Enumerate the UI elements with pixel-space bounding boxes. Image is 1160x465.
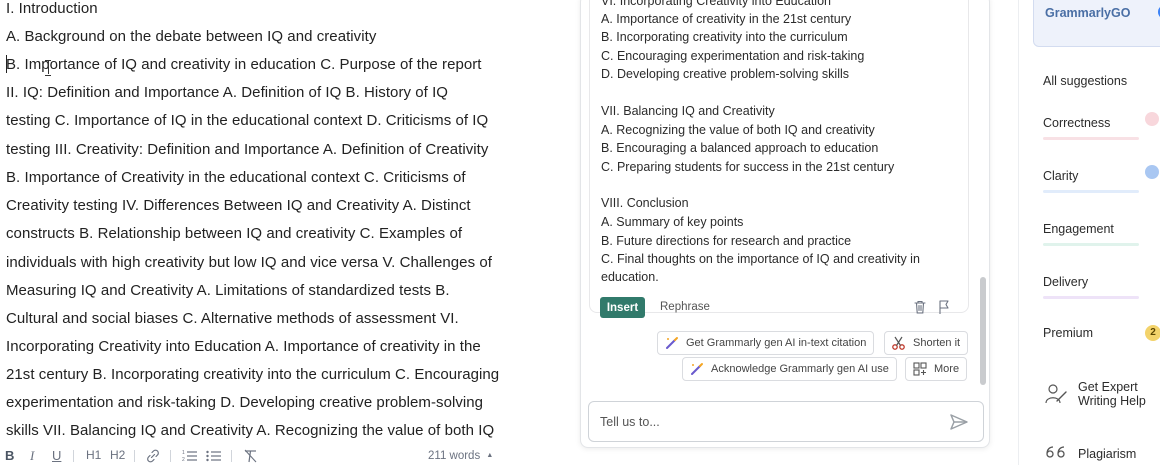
output-line: C. Encouraging experimentation and risk-…	[601, 49, 865, 63]
output-line: A. Importance of creativity in the 21st …	[601, 12, 852, 26]
grammarly-go-label: GrammarlyGO	[1045, 6, 1131, 20]
citation-chip[interactable]: Get Grammarly gen AI in-text citation	[657, 331, 875, 355]
heading1-button[interactable]: H1	[86, 448, 101, 462]
citation-chip-label: Get Grammarly gen AI in-text citation	[686, 337, 867, 349]
document-line[interactable]: Cultural and social biases C. Alternativ…	[6, 310, 459, 328]
insert-button[interactable]: Insert	[600, 297, 645, 318]
output-line: B. Encouraging a balanced approach to ed…	[601, 141, 879, 155]
engagement-tab[interactable]: Engagement	[1043, 222, 1114, 236]
document-line[interactable]: testing III. Creativity: Definition and …	[6, 141, 488, 159]
svg-text:1: 1	[182, 450, 185, 456]
document-line[interactable]: A. Background on the debate between IQ a…	[6, 28, 376, 46]
output-line: VI. Incorporating Creativity into Educat…	[601, 0, 831, 8]
grammarly-go-panel: VI. Incorporating Creativity into Educat…	[580, 0, 990, 448]
italic-button[interactable]: I	[30, 448, 34, 464]
heading2-button[interactable]: H2	[110, 448, 125, 462]
output-line: C. Preparing students for success in the…	[601, 160, 895, 174]
correctness-dot	[1145, 112, 1159, 126]
clear-formatting-icon[interactable]	[244, 449, 257, 463]
engagement-bar	[1043, 243, 1139, 246]
generated-output-card: VI. Incorporating Creativity into Educat…	[589, 0, 969, 313]
toolbar-divider	[134, 450, 135, 462]
document-line[interactable]: 21st century B. Incorporating creativity…	[6, 366, 499, 384]
quote-icon[interactable]	[1045, 444, 1069, 462]
link-icon[interactable]	[146, 449, 160, 463]
document-line[interactable]: constructs B. Relationship between IQ an…	[6, 225, 462, 243]
suggestions-sidebar: GrammarlyGO + All suggestions Correctnes…	[1018, 0, 1160, 465]
correctness-tab[interactable]: Correctness	[1043, 116, 1110, 130]
grammarly-go-button[interactable]: GrammarlyGO +	[1033, 0, 1160, 47]
expert-writing-help[interactable]: Get Expert Writing Help	[1078, 380, 1146, 408]
correctness-bar	[1043, 137, 1139, 140]
document-editor[interactable]: I. Introduction A. Background on the deb…	[0, 0, 575, 445]
clarity-tab[interactable]: Clarity	[1043, 169, 1078, 183]
send-icon[interactable]	[949, 412, 969, 432]
numbered-list-icon[interactable]: 1 2	[182, 449, 197, 463]
output-line: education.	[601, 270, 659, 284]
expert-icon[interactable]	[1043, 381, 1069, 407]
flag-icon[interactable]	[937, 299, 951, 315]
document-line[interactable]: Incorporating Creativity into Education …	[6, 338, 481, 356]
document-line[interactable]: Creativity testing IV. Differences Betwe…	[6, 197, 471, 215]
prompt-input[interactable]: Tell us to...	[588, 401, 984, 442]
underline-button[interactable]: U	[52, 448, 61, 463]
document-line[interactable]: individuals with high creativity but low…	[6, 254, 492, 272]
rephrase-button[interactable]: Rephrase	[660, 301, 710, 313]
document-line[interactable]: I. Introduction	[6, 0, 98, 18]
prompt-input-placeholder: Tell us to...	[600, 415, 660, 429]
all-suggestions-tab[interactable]: All suggestions	[1043, 74, 1127, 88]
document-line[interactable]: Measuring IQ and Creativity A. Limitatio…	[6, 282, 450, 300]
output-line: VIII. Conclusion	[601, 196, 689, 210]
document-line[interactable]: testing C. Importance of IQ in the educa…	[6, 112, 488, 130]
acknowledge-chip[interactable]: Acknowledge Grammarly gen AI use	[682, 357, 897, 381]
toolbar-divider	[170, 450, 171, 462]
formatting-toolbar: B I U H1 H2 1 2 211 words ▲	[0, 446, 580, 465]
output-line: VII. Balancing IQ and Creativity	[601, 104, 775, 118]
output-line: A. Summary of key points	[601, 215, 744, 229]
bulleted-list-icon[interactable]	[206, 449, 221, 463]
output-line: A. Recognizing the value of both IQ and …	[601, 123, 875, 137]
expert-label-line: Writing Help	[1078, 394, 1146, 408]
grid-plus-icon	[913, 362, 927, 376]
svg-text:2: 2	[182, 457, 185, 463]
output-line: C. Final thoughts on the importance of I…	[601, 252, 920, 266]
premium-tab[interactable]: Premium	[1043, 326, 1093, 340]
clarity-bar	[1043, 190, 1139, 193]
shorten-chip[interactable]: Shorten it	[884, 331, 969, 355]
document-line[interactable]: experimentation and risk-taking D. Devel…	[6, 394, 483, 412]
caret-up-icon: ▲	[486, 452, 494, 459]
magic-pen-icon	[666, 337, 678, 349]
panel-scrollbar[interactable]	[980, 277, 986, 385]
toolbar-divider	[73, 450, 74, 462]
ibeam-cursor-icon	[45, 60, 51, 76]
document-line[interactable]: B. Importance of Creativity in the educa…	[6, 169, 466, 187]
output-line: B. Future directions for research and pr…	[601, 234, 852, 248]
trash-icon[interactable]	[913, 299, 927, 315]
output-line: B. Incorporating creativity into the cur…	[601, 30, 848, 44]
more-chip-label: More	[934, 363, 960, 375]
output-line: D. Developing creative problem-solving s…	[601, 67, 850, 81]
document-line[interactable]: II. IQ: Definition and Importance A. Def…	[6, 84, 448, 102]
plagiarism-tab[interactable]: Plagiarism	[1078, 447, 1136, 461]
word-count[interactable]: 211 words ▲	[428, 450, 493, 462]
text-caret	[6, 55, 7, 73]
magic-pen-icon	[691, 363, 703, 375]
premium-count-badge: 2	[1145, 325, 1160, 341]
toolbar-divider	[231, 450, 232, 462]
shorten-chip-label: Shorten it	[913, 337, 961, 349]
delivery-bar	[1043, 296, 1139, 299]
document-line[interactable]: skills VII. Balancing IQ and Creativity …	[6, 422, 494, 440]
clarity-dot	[1145, 165, 1159, 179]
document-line[interactable]: B. Importance of IQ and creativity in ed…	[6, 56, 482, 74]
expert-label-line: Get Expert	[1078, 380, 1138, 394]
bold-button[interactable]: B	[5, 448, 14, 463]
acknowledge-chip-label: Acknowledge Grammarly gen AI use	[711, 363, 889, 375]
more-chip[interactable]: More	[905, 357, 968, 381]
word-count-label: 211 words	[428, 450, 481, 462]
scissors-icon	[892, 336, 905, 350]
delivery-tab[interactable]: Delivery	[1043, 275, 1088, 289]
